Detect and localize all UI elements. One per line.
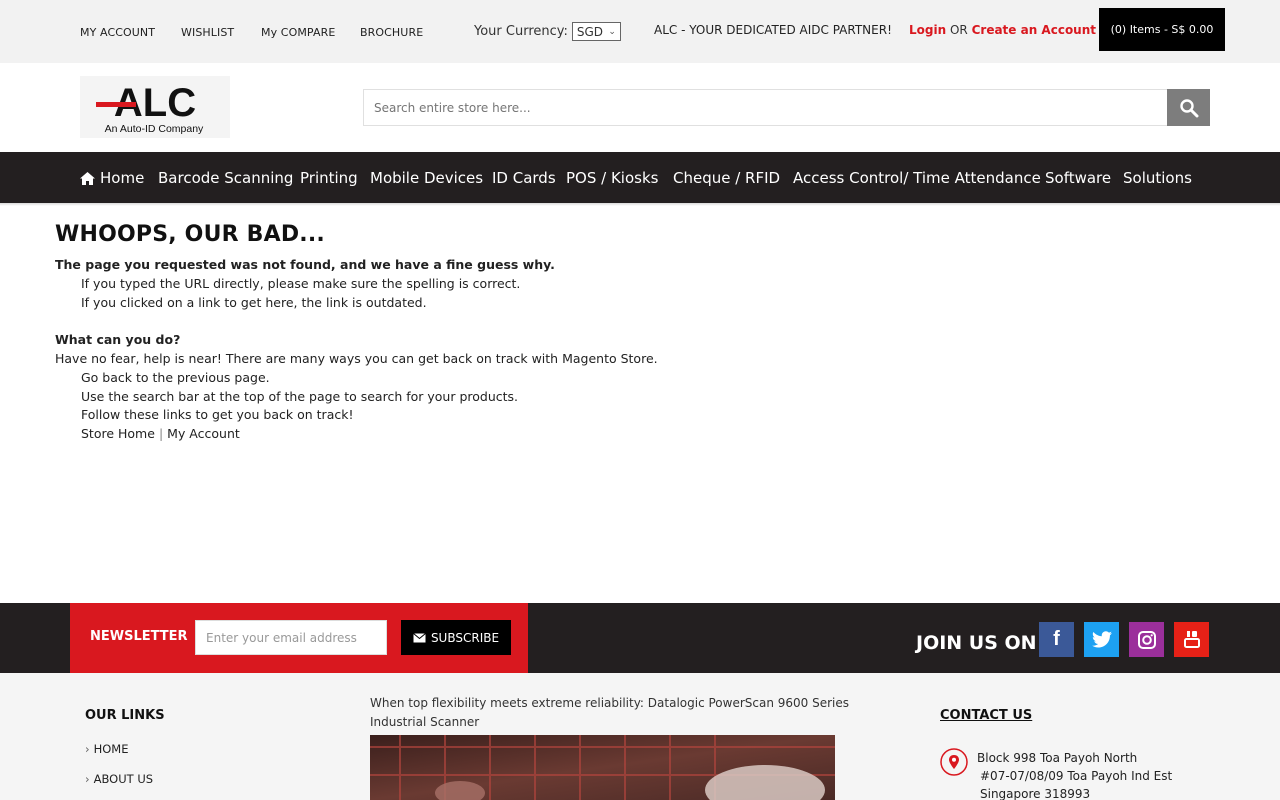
partner-tagline: ALC - YOUR DEDICATED AIDC PARTNER! [654, 23, 892, 37]
nav-mobile-devices[interactable]: Mobile Devices [370, 169, 483, 187]
nav-id-cards[interactable]: ID Cards [492, 169, 556, 187]
promo-image[interactable] [370, 735, 835, 800]
chevron-right-icon: › [85, 772, 90, 786]
nav-printing[interactable]: Printing [300, 169, 358, 187]
instagram-icon [1137, 630, 1156, 649]
footer-link-about[interactable]: › ABOUT US [85, 772, 153, 786]
our-links-title: OUR LINKS [85, 708, 165, 723]
nav-home-label: Home [100, 169, 145, 187]
newsletter-email-input[interactable]: Enter your email address [195, 620, 387, 655]
newsletter-box: NEWSLETTER Enter your email address SUBS… [70, 603, 528, 673]
instagram-button[interactable] [1129, 622, 1164, 657]
nav-pos-kiosks[interactable]: POS / Kiosks [566, 169, 658, 187]
wishlist-link[interactable]: WISHLIST [181, 26, 234, 39]
promo-caption: When top flexibility meets extreme relia… [370, 696, 850, 729]
search-bar [363, 89, 1210, 126]
nav-home[interactable]: Home [80, 169, 144, 187]
what-can-you-do-title: What can you do? [55, 332, 181, 348]
reason-item: If you typed the URL directly, please ma… [81, 275, 521, 291]
main-nav: Home Barcode Scanning Printing Mobile De… [0, 152, 1280, 203]
footer: OUR LINKS › HOME › ABOUT US When top flexi… [0, 673, 1280, 800]
youtube-icon [1183, 630, 1200, 648]
logo-tagline: An Auto-ID Company [105, 123, 204, 135]
contact-us-title: CONTACT US [940, 708, 1033, 723]
nav-solutions[interactable]: Solutions [1123, 169, 1192, 187]
nav-access-control[interactable]: Access Control/ Time Attendance [793, 169, 1041, 187]
option-go-back-label: Go back to the previous page. [81, 369, 270, 385]
helpful-links: Store Home | My Account [55, 425, 755, 444]
chevron-down-icon: ⌄ [608, 26, 616, 37]
currency-value: SGD [576, 24, 604, 39]
reason-item: If you clicked on a link to get here, th… [81, 294, 427, 310]
link-separator: | [158, 426, 164, 442]
footer-link-label: ABOUT US [93, 772, 154, 786]
top-bar: MY ACCOUNT WISHLIST My COMPARE BROCHURE … [0, 0, 1280, 63]
currency-select[interactable]: SGD ⌄ [571, 22, 621, 41]
newsletter-band: NEWSLETTER Enter your email address SUBS… [0, 603, 1280, 673]
footer-link-home[interactable]: › HOME [85, 742, 129, 756]
cart-summary: (0) Items - S$ 0.00 [1110, 23, 1214, 36]
location-icon [940, 748, 968, 776]
newsletter-placeholder: Enter your email address [206, 630, 357, 645]
option-item: Follow these links to get you back on tr… [81, 407, 354, 423]
currency-label: Your Currency: [474, 24, 568, 39]
home-icon [80, 171, 95, 185]
facebook-icon: f [1053, 628, 1060, 650]
chevron-right-icon: › [85, 742, 90, 756]
what-can-you-do-text: Have no fear, help is near! There are ma… [55, 350, 658, 366]
site-logo[interactable]: ALC An Auto-ID Company [80, 76, 230, 138]
twitter-icon [1091, 631, 1112, 648]
envelope-icon [413, 632, 426, 642]
subscribe-button[interactable]: SUBSCRIBE [401, 620, 511, 655]
or-text: OR [949, 23, 968, 37]
nav-software[interactable]: Software [1045, 169, 1111, 187]
option-go-back[interactable]: Go back to the previous page. [55, 369, 755, 388]
facebook-button[interactable]: f [1039, 622, 1074, 657]
brochure-link[interactable]: BROCHURE [360, 26, 423, 39]
join-us-label: JOIN US ON : [916, 632, 1051, 654]
subscribe-label: SUBSCRIBE [430, 630, 500, 645]
search-button[interactable] [1167, 89, 1210, 126]
my-account-content-link[interactable]: My Account [167, 426, 240, 441]
page-title: WHOOPS, OUR BAD... [55, 222, 325, 247]
address-line: Singapore 318993 [980, 787, 1091, 800]
address-line: #07-07/08/09 Toa Payoh Ind Est [980, 769, 1173, 783]
compare-link[interactable]: My COMPARE [261, 26, 335, 39]
currency-switcher: Your Currency: SGD ⌄ [474, 22, 621, 41]
youtube-button[interactable] [1174, 622, 1209, 657]
my-account-link[interactable]: MY ACCOUNT [80, 26, 155, 39]
footer-link-label: HOME [93, 742, 129, 756]
newsletter-label: NEWSLETTER [90, 629, 188, 644]
create-account-link[interactable]: Create an Account [972, 23, 1096, 37]
login-link[interactable]: Login [909, 23, 946, 37]
nav-barcode-scanning[interactable]: Barcode Scanning [158, 169, 293, 187]
not-found-subheading: The page you requested was not found, an… [55, 257, 555, 272]
store-home-link[interactable]: Store Home [81, 426, 155, 441]
address-line: Block 998 Toa Payoh North [977, 751, 1138, 765]
nav-shadow [0, 203, 1280, 206]
twitter-button[interactable] [1084, 622, 1119, 657]
search-input[interactable] [364, 90, 1169, 125]
auth-links: Login OR Create an Account [909, 23, 1096, 37]
contact-address: Block 998 Toa Payoh North #07-07/08/09 T… [977, 749, 1172, 800]
not-found-content: WHOOPS, OUR BAD... The page you requeste… [55, 222, 755, 444]
search-icon [1179, 98, 1198, 117]
cart-button[interactable]: (0) Items - S$ 0.00 [1099, 8, 1225, 51]
option-item: Use the search bar at the top of the pag… [81, 388, 519, 404]
nav-cheque-rfid[interactable]: Cheque / RFID [673, 169, 780, 187]
